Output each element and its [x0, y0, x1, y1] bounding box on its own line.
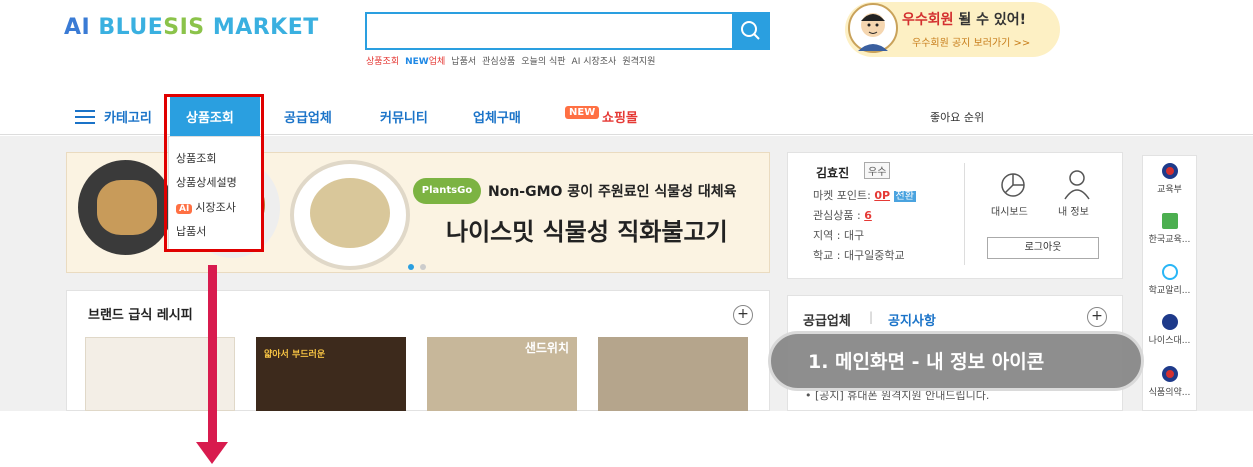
keyword-link[interactable]: 원격지원 — [622, 57, 655, 67]
nav-vendor-purchase[interactable]: 업체구매 — [473, 107, 521, 126]
menu-icon[interactable] — [75, 110, 95, 124]
divider — [964, 163, 965, 265]
arrow-down-icon — [196, 442, 228, 464]
points-convert-button[interactable]: 전환 — [893, 191, 916, 202]
dashboard-icon[interactable] — [998, 170, 1028, 204]
user-name: 김효진 — [816, 166, 850, 180]
moe-icon — [1161, 163, 1178, 179]
interest-products: 관심상품 : 6 — [813, 209, 872, 222]
user-grade-badge: 우수 — [864, 162, 891, 179]
keyword-link[interactable]: AI 시장조사 — [572, 57, 617, 67]
my-info-label[interactable]: 내 정보 — [1058, 203, 1089, 218]
site-logo[interactable]: AI BLUESIS MARKET — [64, 15, 319, 40]
step-callout-text: 1. 메인화면 - 내 정보 아이콘 — [808, 351, 1045, 373]
quicklink-mfds[interactable]: 식품의약... — [1142, 366, 1197, 398]
recipe-panel-title: 브랜드 급식 레시피 — [88, 308, 193, 323]
recipe-more-button[interactable]: + — [733, 305, 753, 325]
quicklink-neis[interactable]: 나이스대... — [1142, 314, 1197, 346]
user-school: 학교 : 대구일중학교 — [813, 249, 905, 262]
nav-shopping-mall[interactable]: 쇼핑몰 — [602, 107, 638, 126]
food-image — [310, 178, 390, 248]
keyword-link[interactable]: 상품조회 — [366, 57, 399, 67]
recipe-thumb[interactable]: 샌드위치 — [427, 337, 577, 411]
banner-subtitle: Non-GMO 콩이 주원료인 식물성 대체육 — [488, 184, 737, 200]
carousel-dot-active[interactable] — [408, 264, 414, 270]
arrow-shaft — [208, 265, 217, 445]
carousel-dot[interactable] — [420, 264, 426, 270]
recipe-thumb[interactable] — [598, 337, 748, 411]
banner-title: 나이스밋 식물성 직화불고기 — [446, 218, 728, 246]
my-info-icon[interactable] — [1062, 168, 1092, 204]
neis-icon — [1161, 314, 1178, 330]
tab-notices[interactable]: 공지사항 — [888, 310, 936, 329]
search-button[interactable] — [732, 12, 770, 50]
nav-community[interactable]: 커뮤니티 — [380, 107, 428, 126]
keyword-link[interactable]: 관심상품 — [482, 57, 515, 67]
keyword-new-badge: NEW — [405, 57, 429, 67]
dashboard-label[interactable]: 대시보드 — [991, 203, 1028, 218]
food-image — [97, 180, 157, 235]
quicklink-school-info[interactable]: 학교알리... — [1142, 264, 1197, 296]
market-points: 마켓 포인트: 0P 전환 — [813, 189, 916, 202]
quick-keywords: 상품조회 NEW업체 납품서 관심상품 오늘의 식판 AI 시장조사 원격지원 — [366, 54, 661, 67]
search-icon — [741, 21, 760, 40]
likes-ranking[interactable]: 좋아요 순위 — [930, 109, 984, 125]
notice-more-button[interactable]: + — [1087, 307, 1107, 327]
recipe-thumb[interactable]: 얇아서 부드러운 — [256, 337, 406, 411]
korea-edu-icon — [1161, 213, 1178, 229]
promo-subtitle[interactable]: 우수회원 공지 보러가기 >> — [912, 34, 1030, 49]
nav-suppliers[interactable]: 공급업체 — [284, 107, 332, 126]
tab-suppliers[interactable]: 공급업체 — [803, 310, 851, 329]
new-badge: NEW — [565, 106, 600, 119]
tab-separator: | — [869, 310, 874, 324]
mfds-icon — [1161, 366, 1178, 382]
nav-category[interactable]: 카테고리 — [104, 107, 152, 126]
wifi-icon — [1161, 264, 1178, 280]
user-region: 지역 : 대구 — [813, 229, 865, 242]
highlight-box — [164, 94, 264, 252]
search-input[interactable] — [365, 12, 770, 50]
plantsgo-logo: PlantsGo — [413, 178, 481, 204]
promo-avatar — [848, 3, 898, 53]
keyword-link[interactable]: 업체 — [429, 57, 446, 67]
promo-title: 우수회원 될 수 있어! — [902, 12, 1027, 28]
quicklink-korea-edu[interactable]: 한국교육... — [1142, 213, 1197, 245]
keyword-link[interactable]: 오늘의 식판 — [521, 57, 565, 67]
keyword-link[interactable]: 납품서 — [451, 57, 476, 67]
quicklink-moe[interactable]: 교육부 — [1142, 163, 1197, 195]
logout-button[interactable]: 로그아웃 — [987, 237, 1099, 259]
